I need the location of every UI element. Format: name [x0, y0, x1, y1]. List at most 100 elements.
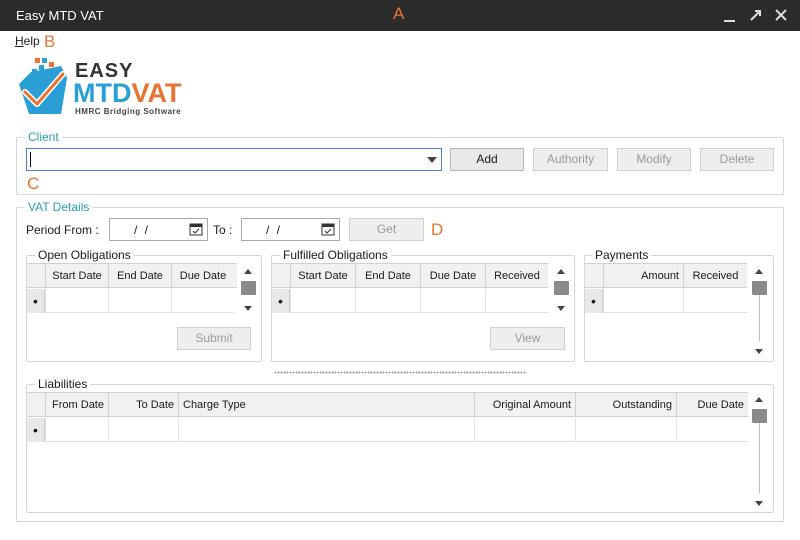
help-menu[interactable]: Help: [15, 34, 40, 48]
client-combobox[interactable]: [26, 148, 442, 171]
open-obligations-scrollbar[interactable]: [240, 265, 257, 315]
open-obligations-label: Open Obligations: [35, 248, 134, 262]
open-obligations-grid[interactable]: Start Date End Date Due Date •: [27, 263, 237, 313]
scroll-track[interactable]: [759, 423, 760, 493]
panel-splitter[interactable]: [274, 371, 527, 374]
fulfilled-obligations-scrollbar[interactable]: [553, 265, 570, 315]
app-logo: EASY MTDVAT HMRC Bridging Software: [15, 56, 185, 120]
liabilities-label: Liabilities: [35, 377, 91, 391]
column-header[interactable]: Start Date: [45, 264, 108, 288]
grid-cell[interactable]: [355, 289, 420, 313]
grid-cell[interactable]: [171, 289, 234, 313]
maximize-icon[interactable]: [748, 7, 764, 23]
period-from-label: Period From :: [26, 223, 99, 237]
row-indicator[interactable]: •: [27, 418, 45, 442]
calendar-icon[interactable]: [189, 222, 203, 236]
period-to-date-picker[interactable]: / /: [241, 218, 340, 241]
submit-button[interactable]: Submit: [177, 327, 251, 350]
payments-label: Payments: [592, 248, 652, 262]
vat-details-label: VAT Details: [25, 200, 93, 214]
scroll-up-icon[interactable]: [557, 269, 565, 274]
scroll-up-icon[interactable]: [244, 269, 252, 274]
payments-grid[interactable]: Amount Received •: [585, 263, 747, 313]
column-header[interactable]: Due Date: [171, 264, 234, 288]
column-header[interactable]: Original Amount: [474, 393, 575, 417]
grid-cell[interactable]: [45, 418, 108, 442]
modify-button[interactable]: Modify: [617, 148, 691, 171]
calendar-icon[interactable]: [321, 222, 335, 236]
fulfilled-obligations-label: Fulfilled Obligations: [280, 248, 391, 262]
annotation-a: A: [393, 4, 405, 23]
column-header[interactable]: To Date: [108, 393, 178, 417]
column-header[interactable]: End Date: [355, 264, 420, 288]
scroll-track[interactable]: [759, 295, 760, 341]
grid-cell[interactable]: [45, 289, 108, 313]
help-menu-label: elp: [23, 34, 40, 48]
minimize-icon[interactable]: [722, 7, 738, 23]
scroll-thumb[interactable]: [752, 409, 767, 423]
grid-cell[interactable]: [108, 289, 171, 313]
grid-cell[interactable]: [474, 418, 575, 442]
annotation-b: B: [44, 32, 56, 51]
add-button[interactable]: Add: [450, 148, 524, 171]
period-from-date-picker[interactable]: / /: [109, 218, 208, 241]
column-header[interactable]: End Date: [108, 264, 171, 288]
liabilities-scrollbar[interactable]: [751, 393, 768, 510]
help-menu-mnemonic: H: [15, 34, 24, 48]
scroll-down-icon[interactable]: [557, 306, 565, 311]
column-header[interactable]: Start Date: [290, 264, 355, 288]
fulfilled-obligations-grid[interactable]: Start Date End Date Due Date Received •: [272, 263, 548, 313]
scroll-thumb[interactable]: [554, 281, 569, 295]
grid-cell[interactable]: [420, 289, 485, 313]
client-group-label: Client: [25, 130, 62, 144]
get-button[interactable]: Get: [349, 218, 424, 241]
row-indicator[interactable]: •: [27, 289, 45, 313]
grid-cell[interactable]: [485, 289, 548, 313]
grid-header: Start Date End Date Due Date Received: [272, 264, 548, 288]
column-header[interactable]: Amount: [603, 264, 683, 288]
close-icon[interactable]: [773, 7, 789, 23]
grid-cell[interactable]: [676, 418, 748, 442]
grid-header: From Date To Date Charge Type Original A…: [27, 393, 748, 417]
window-title: Easy MTD VAT: [16, 8, 104, 23]
grid-header: Amount Received: [585, 264, 747, 288]
column-header[interactable]: Due Date: [676, 393, 748, 417]
column-header[interactable]: Received: [683, 264, 747, 288]
text-cursor: [30, 152, 31, 167]
delete-button[interactable]: Delete: [700, 148, 774, 171]
grid-header: Start Date End Date Due Date: [27, 264, 237, 288]
scroll-up-icon[interactable]: [755, 397, 763, 402]
period-from-value: / /: [134, 223, 151, 237]
scroll-thumb[interactable]: [241, 281, 256, 295]
grid-cell[interactable]: [683, 289, 747, 313]
logo-mtd: MTDVAT: [73, 78, 181, 109]
period-to-value: / /: [266, 223, 283, 237]
logo-vat-text: VAT: [131, 78, 182, 108]
checkmark-logo-icon: [19, 58, 67, 114]
grid-cell[interactable]: [290, 289, 355, 313]
row-indicator[interactable]: •: [272, 289, 290, 313]
annotation-c: C: [27, 174, 40, 193]
scroll-down-icon[interactable]: [755, 349, 763, 354]
column-header[interactable]: From Date: [45, 393, 108, 417]
grid-cell[interactable]: [108, 418, 178, 442]
scroll-thumb[interactable]: [752, 281, 767, 295]
column-header[interactable]: Received: [485, 264, 548, 288]
scroll-down-icon[interactable]: [244, 306, 252, 311]
liabilities-grid[interactable]: From Date To Date Charge Type Original A…: [27, 392, 748, 442]
view-button[interactable]: View: [490, 327, 565, 350]
scroll-up-icon[interactable]: [755, 269, 763, 274]
grid-cell[interactable]: [575, 418, 676, 442]
scroll-down-icon[interactable]: [755, 501, 763, 506]
to-label: To :: [213, 223, 233, 237]
title-bar: Easy MTD VAT A: [0, 0, 800, 31]
chevron-down-icon[interactable]: [427, 157, 437, 163]
column-header[interactable]: Charge Type: [178, 393, 474, 417]
grid-cell[interactable]: [178, 418, 474, 442]
authority-button[interactable]: Authority: [533, 148, 608, 171]
payments-scrollbar[interactable]: [751, 265, 768, 358]
grid-cell[interactable]: [603, 289, 683, 313]
column-header[interactable]: Due Date: [420, 264, 485, 288]
row-indicator[interactable]: •: [585, 289, 603, 313]
column-header[interactable]: Outstanding: [575, 393, 676, 417]
